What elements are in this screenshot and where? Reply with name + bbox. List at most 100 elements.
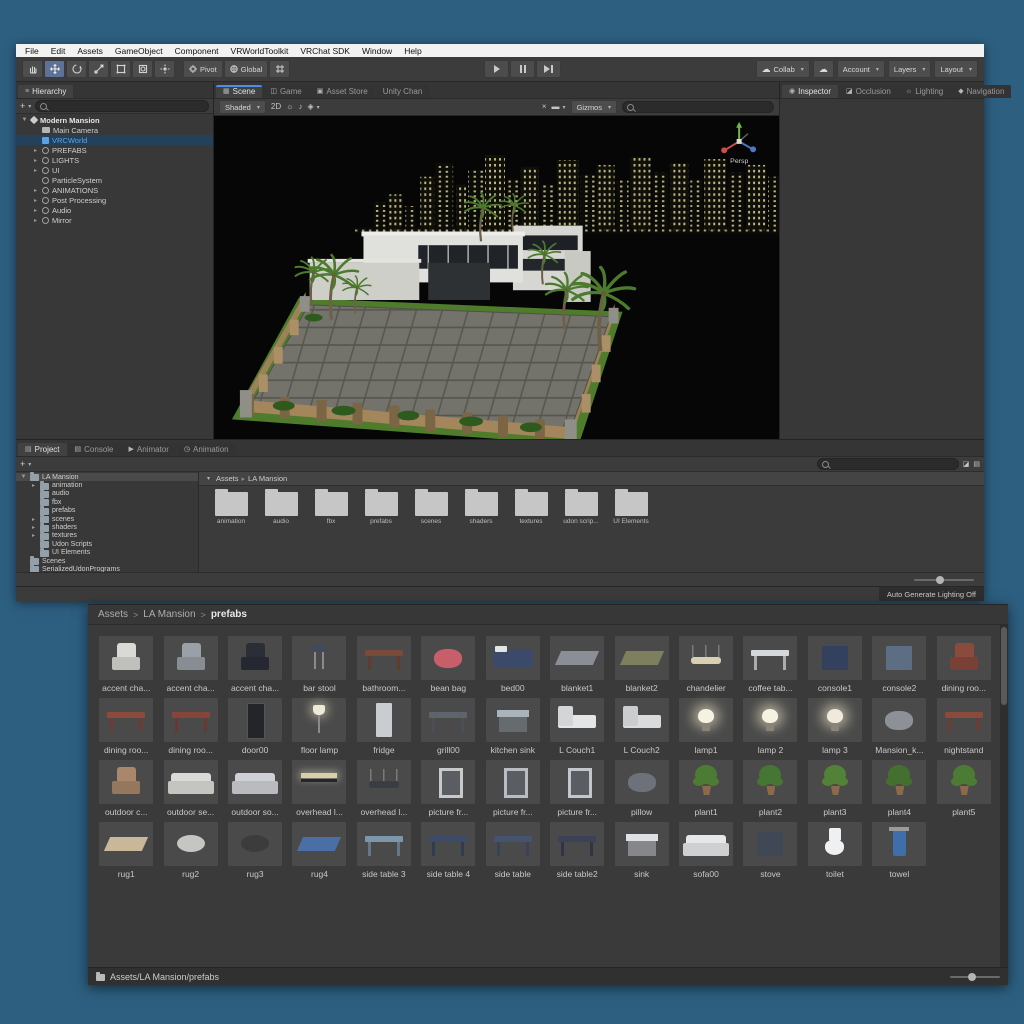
prefab-item[interactable]: dining roo... (932, 633, 996, 693)
prefab-item[interactable]: sink (609, 819, 673, 879)
prefab-item[interactable]: outdoor so... (223, 757, 287, 817)
scene-audio-toggle[interactable]: ♪ (298, 103, 302, 111)
project-folder-item[interactable]: animation (209, 492, 253, 572)
rotate-tool-button[interactable] (66, 60, 87, 78)
prefab-item[interactable]: lamp1 (674, 695, 738, 755)
prefab-item[interactable]: bar stool (287, 633, 351, 693)
tree-arrow-icon[interactable]: ▸ (32, 147, 39, 154)
prefab-item[interactable]: L Couch1 (545, 695, 609, 755)
hierarchy-item[interactable]: ParticleSystem (16, 175, 213, 185)
hierarchy-item[interactable]: ▸ANIMATIONS (16, 185, 213, 195)
project-search-input[interactable] (817, 458, 959, 470)
project-folder-item[interactable]: prefabs (359, 492, 403, 572)
prefab-item[interactable]: plant3 (803, 757, 867, 817)
prefab-item[interactable]: bean bag (416, 633, 480, 693)
prefab-item[interactable]: towel (867, 819, 931, 879)
prefab-item[interactable]: accent cha... (223, 633, 287, 693)
menu-component[interactable]: Component (170, 46, 224, 56)
tree-arrow-icon[interactable]: ▸ (32, 187, 39, 194)
menu-window[interactable]: Window (357, 46, 397, 56)
custom-tool-button[interactable] (154, 60, 175, 78)
tab-navigation[interactable]: ◆Navigation (951, 85, 1011, 98)
prefab-item[interactable]: bed00 (481, 633, 545, 693)
tab-game[interactable]: ◫Game (263, 85, 308, 98)
project-folder-item[interactable]: udon scrip... (559, 492, 603, 572)
tab-asset-store[interactable]: ▣Asset Store (310, 85, 375, 98)
prefab-item[interactable]: door00 (223, 695, 287, 755)
step-button[interactable] (536, 60, 561, 78)
prefab-item[interactable]: coffee tab... (738, 633, 802, 693)
prefab-item[interactable]: lamp 2 (738, 695, 802, 755)
menu-edit[interactable]: Edit (46, 46, 71, 56)
tree-arrow-icon[interactable]: ▼ (21, 117, 28, 123)
menu-help[interactable]: Help (399, 46, 426, 56)
create-object-button[interactable]: + (20, 101, 31, 111)
prefab-item[interactable]: sofa00 (674, 819, 738, 879)
prefab-item[interactable]: rug2 (158, 819, 222, 879)
draw-mode-dropdown[interactable]: Shaded (219, 100, 266, 114)
hierarchy-item[interactable]: ▼Modern Mansion (16, 115, 213, 125)
prefab-item[interactable]: dining roo... (94, 695, 158, 755)
pause-button[interactable] (510, 60, 535, 78)
hierarchy-search-input[interactable] (35, 100, 209, 112)
prefab-item[interactable]: bathroom... (352, 633, 416, 693)
prefab-item[interactable]: rug1 (94, 819, 158, 879)
move-tool-button[interactable] (44, 60, 65, 78)
tab-animator[interactable]: ▶Animator (122, 443, 176, 456)
prefab-item[interactable]: blanket1 (545, 633, 609, 693)
prefab-item[interactable]: console2 (867, 633, 931, 693)
hidden-packages-icon[interactable]: ◪ (963, 461, 970, 468)
tab-lighting[interactable]: ☼Lighting (899, 85, 950, 98)
prefab-item[interactable]: side table 3 (352, 819, 416, 879)
grid-snap-button[interactable] (269, 60, 290, 78)
hierarchy-item[interactable]: ▸Audio (16, 205, 213, 215)
tree-arrow-icon[interactable]: ▸ (32, 157, 39, 164)
hierarchy-item[interactable]: ▸Mirror (16, 215, 213, 225)
camera-settings-dropdown[interactable]: ▬ (552, 103, 566, 111)
project-tree-item[interactable]: SerializedUdonPrograms (16, 565, 198, 572)
prefab-item[interactable]: stove (738, 819, 802, 879)
effects-dropdown[interactable]: ◈ (307, 103, 319, 111)
scrollbar-thumb[interactable] (1001, 627, 1007, 705)
prefab-item[interactable]: overhead l... (287, 757, 351, 817)
prefab-item[interactable]: floor lamp (287, 695, 351, 755)
prefab-item[interactable]: plant1 (674, 757, 738, 817)
prefab-item[interactable]: picture fr... (416, 757, 480, 817)
tree-arrow-icon[interactable]: ▸ (32, 217, 39, 224)
prefab-item[interactable]: side table 4 (416, 819, 480, 879)
layout-dropdown[interactable]: Layout (934, 60, 978, 78)
project-folder-item[interactable]: audio (259, 492, 303, 572)
gizmos-dropdown[interactable]: Gizmos (571, 100, 617, 114)
close-icon[interactable]: × (542, 103, 547, 111)
menu-assets[interactable]: Assets (72, 46, 108, 56)
menu-vrchat-sdk[interactable]: VRChat SDK (295, 46, 355, 56)
prefab-item[interactable]: nightstand (932, 695, 996, 755)
pivot-toggle-button[interactable]: Pivot (183, 60, 223, 78)
collapse-icon[interactable]: ▾ (205, 475, 212, 482)
project-folder-item[interactable]: shaders (459, 492, 503, 572)
tab-unity-chan[interactable]: Unity Chan (376, 85, 430, 98)
prefab-item[interactable]: outdoor se... (158, 757, 222, 817)
tab-console[interactable]: ▤Console (68, 443, 121, 456)
tree-arrow-icon[interactable]: ▸ (32, 167, 39, 174)
prefab-item[interactable]: plant2 (738, 757, 802, 817)
prefab-item[interactable]: Mansion_k... (867, 695, 931, 755)
tree-arrow-icon[interactable]: ▼ (20, 474, 27, 480)
prefab-item[interactable]: rug4 (287, 819, 351, 879)
prefab-item[interactable]: picture fr... (545, 757, 609, 817)
menu-gameobject[interactable]: GameObject (110, 46, 168, 56)
scene-lighting-toggle[interactable]: ☼ (286, 103, 293, 111)
project-folder-item[interactable]: UI Elements (609, 492, 653, 572)
scene-viewport[interactable]: Persp (214, 116, 779, 439)
prefab-item[interactable]: pillow (609, 757, 673, 817)
hierarchy-item[interactable]: ▸LIGHTS (16, 155, 213, 165)
prefab-item[interactable]: kitchen sink (481, 695, 545, 755)
hierarchy-item[interactable]: Main Camera (16, 125, 213, 135)
collab-dropdown[interactable]: ☁Collab (756, 60, 810, 78)
tab-project[interactable]: ▤Project (18, 443, 67, 456)
tab-occlusion[interactable]: ◪Occlusion (839, 85, 898, 98)
hierarchy-item[interactable]: ▸PREFABS (16, 145, 213, 155)
prefab-item[interactable]: rug3 (223, 819, 287, 879)
vertical-scrollbar[interactable] (1000, 625, 1008, 967)
lighting-status-badge[interactable]: Auto Generate Lighting Off (879, 587, 984, 601)
